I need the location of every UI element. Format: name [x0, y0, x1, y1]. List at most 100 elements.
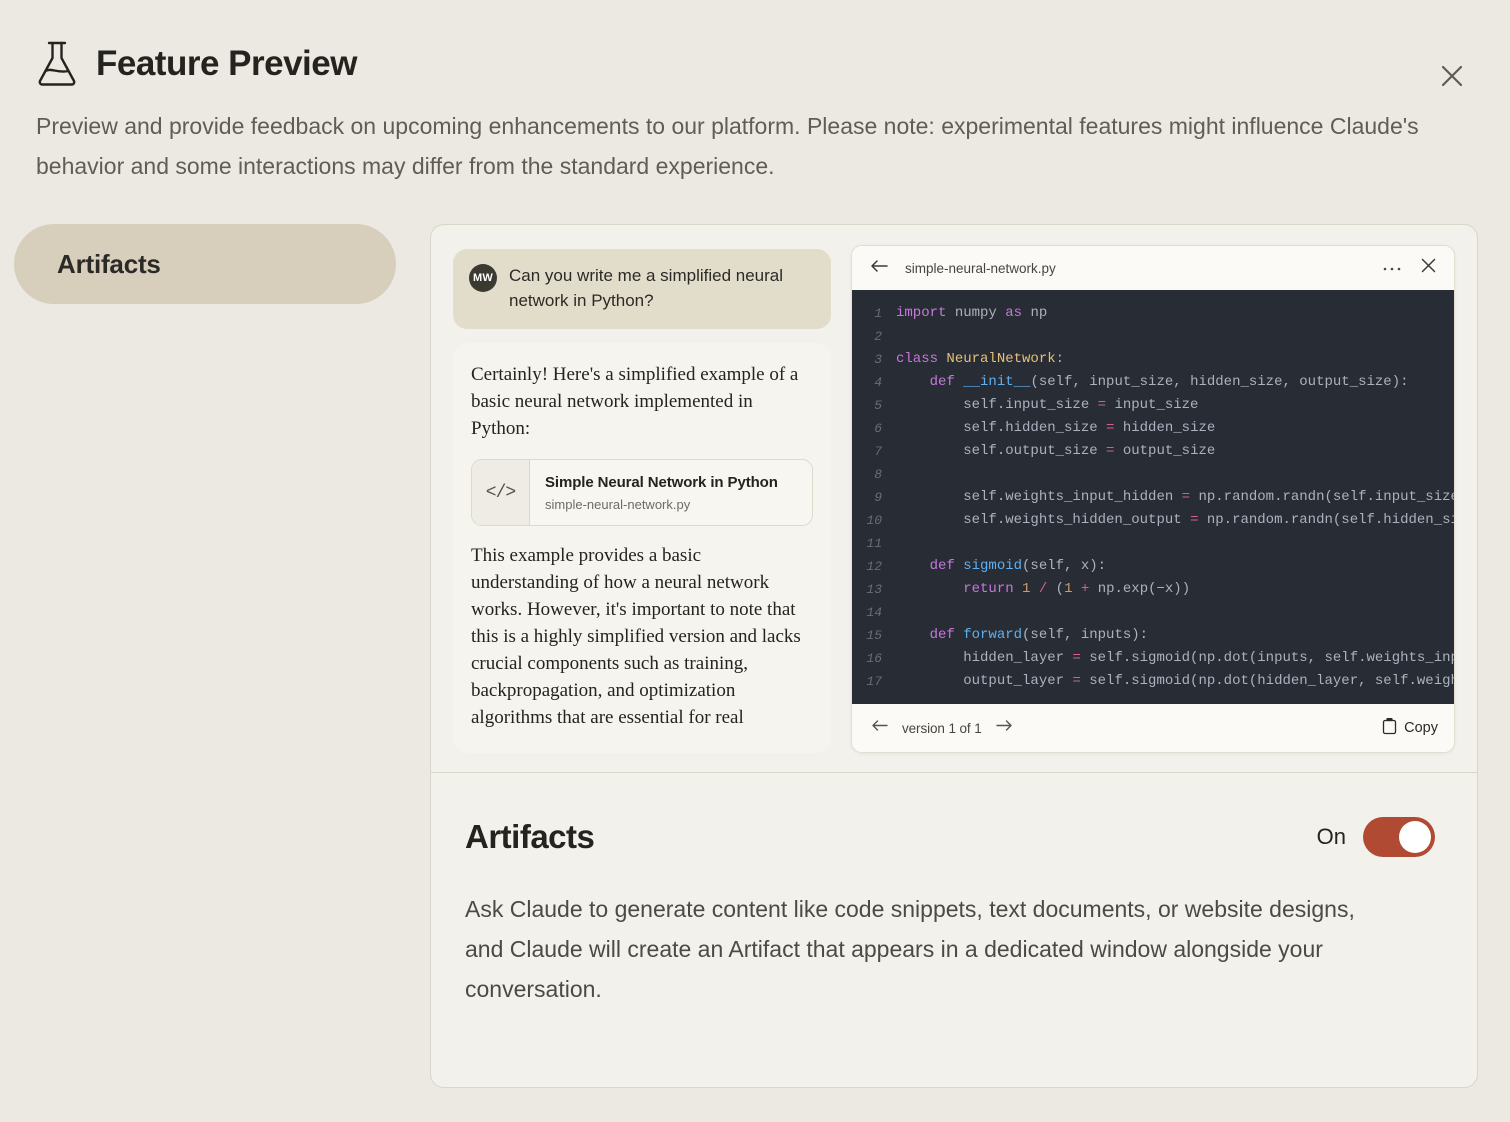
arrow-right-icon [996, 718, 1013, 738]
code-line-content: self.weights_input_hidden = np.random.ra… [896, 486, 1454, 509]
code-line-content [896, 601, 904, 624]
code-line: 17 output_layer = self.sigmoid(np.dot(hi… [852, 670, 1454, 693]
feature-sidebar: Artifacts [14, 224, 396, 304]
code-editor-body[interactable]: 1import numpy as np2 3class NeuralNetwor… [852, 290, 1454, 704]
feature-preview-area: MW Can you write me a simplified neural … [431, 225, 1477, 773]
artifact-attachment-card[interactable]: </> Simple Neural Network in Python simp… [471, 459, 813, 526]
artifact-card-title: Simple Neural Network in Python [545, 473, 778, 492]
code-line-number: 15 [852, 624, 896, 647]
code-line: 3class NeuralNetwork: [852, 348, 1454, 371]
code-line-content: class NeuralNetwork: [896, 348, 1064, 371]
close-icon [1439, 63, 1465, 94]
artifact-card-meta: Simple Neural Network in Python simple-n… [530, 460, 792, 525]
code-window-footer: version 1 of 1 Copy [852, 704, 1454, 752]
code-line-number: 13 [852, 578, 896, 601]
chat-preview-column: MW Can you write me a simplified neural … [453, 245, 831, 772]
code-line-number: 6 [852, 417, 896, 440]
clipboard-icon [1382, 718, 1397, 739]
code-line: 12 def sigmoid(self, x): [852, 555, 1454, 578]
ellipsis-icon [1383, 259, 1401, 277]
code-line-number: 10 [852, 509, 896, 532]
code-line-number: 5 [852, 394, 896, 417]
assistant-message-card: Certainly! Here's a simplified example o… [453, 343, 831, 753]
assistant-outro-text: This example provides a basic understand… [471, 542, 813, 731]
code-line-content: import numpy as np [896, 302, 1047, 325]
artifact-code-window: simple-neural-network.py [851, 245, 1455, 753]
code-line-content [896, 532, 904, 555]
feature-title: Artifacts [465, 818, 594, 856]
code-line: 10 self.weights_hidden_output = np.rando… [852, 509, 1454, 532]
copy-label: Copy [1404, 720, 1438, 736]
code-line-number: 12 [852, 555, 896, 578]
code-line: 9 self.weights_input_hidden = np.random.… [852, 486, 1454, 509]
code-line: 7 self.output_size = output_size [852, 440, 1454, 463]
code-line: 14 [852, 601, 1454, 624]
code-line-content [896, 463, 904, 486]
title-row: Feature Preview [36, 40, 1474, 86]
code-line-content: return 1 / (1 + np.exp(−x)) [896, 578, 1190, 601]
code-line: 6 self.hidden_size = hidden_size [852, 417, 1454, 440]
assistant-intro-text: Certainly! Here's a simplified example o… [471, 361, 813, 442]
code-line-content: hidden_layer = self.sigmoid(np.dot(input… [896, 647, 1454, 670]
code-line-number: 3 [852, 348, 896, 371]
version-next-button[interactable] [992, 715, 1018, 741]
code-line-number: 9 [852, 486, 896, 509]
feature-toggle-group: On [1317, 817, 1435, 857]
sidebar-item-artifacts[interactable]: Artifacts [14, 224, 396, 304]
code-line-content: output_layer = self.sigmoid(np.dot(hidde… [896, 670, 1454, 693]
copy-code-button[interactable]: Copy [1382, 718, 1438, 739]
code-line-content: self.hidden_size = hidden_size [896, 417, 1215, 440]
version-prev-button[interactable] [866, 715, 892, 741]
code-line-number: 4 [852, 371, 896, 394]
feature-description: Ask Claude to generate content like code… [465, 889, 1395, 1009]
user-message-text: Can you write me a simplified neural net… [509, 263, 813, 313]
artifacts-toggle-switch[interactable] [1363, 817, 1435, 857]
code-line: 5 self.input_size = input_size [852, 394, 1454, 417]
code-line-content: def __init__(self, input_size, hidden_si… [896, 371, 1409, 394]
sidebar-item-label: Artifacts [57, 249, 161, 280]
toggle-state-label: On [1317, 824, 1346, 850]
arrow-left-icon [871, 718, 888, 738]
code-line-content: self.input_size = input_size [896, 394, 1198, 417]
code-line-content [896, 325, 904, 348]
code-line: 2 [852, 325, 1454, 348]
code-line-content: self.weights_hidden_output = np.random.r… [896, 509, 1454, 532]
feature-settings-header: Artifacts On [465, 817, 1435, 857]
dialog-subtitle: Preview and provide feedback on upcoming… [36, 106, 1474, 186]
artifact-card-filename: simple-neural-network.py [545, 497, 778, 512]
code-window-filename: simple-neural-network.py [905, 261, 1369, 276]
code-line: 1import numpy as np [852, 302, 1454, 325]
page-title: Feature Preview [96, 46, 357, 81]
code-line-content: self.output_size = output_size [896, 440, 1215, 463]
close-icon [1420, 257, 1437, 279]
user-message-bubble: MW Can you write me a simplified neural … [453, 249, 831, 329]
code-line-number: 14 [852, 601, 896, 624]
code-line: 15 def forward(self, inputs): [852, 624, 1454, 647]
code-line-number: 16 [852, 647, 896, 670]
code-line: 4 def __init__(self, input_size, hidden_… [852, 371, 1454, 394]
code-window-back-button[interactable] [866, 255, 892, 281]
code-line: 16 hidden_layer = self.sigmoid(np.dot(in… [852, 647, 1454, 670]
code-line-content: def forward(self, inputs): [896, 624, 1148, 647]
feature-settings-area: Artifacts On Ask Claude to generate cont… [431, 773, 1477, 1009]
code-line: 8 [852, 463, 1454, 486]
code-icon: </> [472, 460, 530, 525]
code-line-number: 2 [852, 325, 896, 348]
code-line: 13 return 1 / (1 + np.exp(−x)) [852, 578, 1454, 601]
close-dialog-button[interactable] [1430, 56, 1474, 100]
code-line-number: 17 [852, 670, 896, 693]
toggle-knob [1399, 821, 1431, 853]
code-line: 11 [852, 532, 1454, 555]
code-line-number: 11 [852, 532, 896, 555]
code-window-close-button[interactable] [1415, 255, 1441, 281]
arrow-left-icon [870, 258, 888, 279]
code-line-content: def sigmoid(self, x): [896, 555, 1106, 578]
flask-icon [36, 40, 78, 86]
code-window-more-button[interactable] [1379, 255, 1405, 281]
feature-detail-panel: MW Can you write me a simplified neural … [430, 224, 1478, 1088]
avatar: MW [469, 264, 497, 292]
code-line-number: 1 [852, 302, 896, 325]
code-line-number: 7 [852, 440, 896, 463]
code-line-number: 8 [852, 463, 896, 486]
version-label: version 1 of 1 [902, 721, 982, 736]
